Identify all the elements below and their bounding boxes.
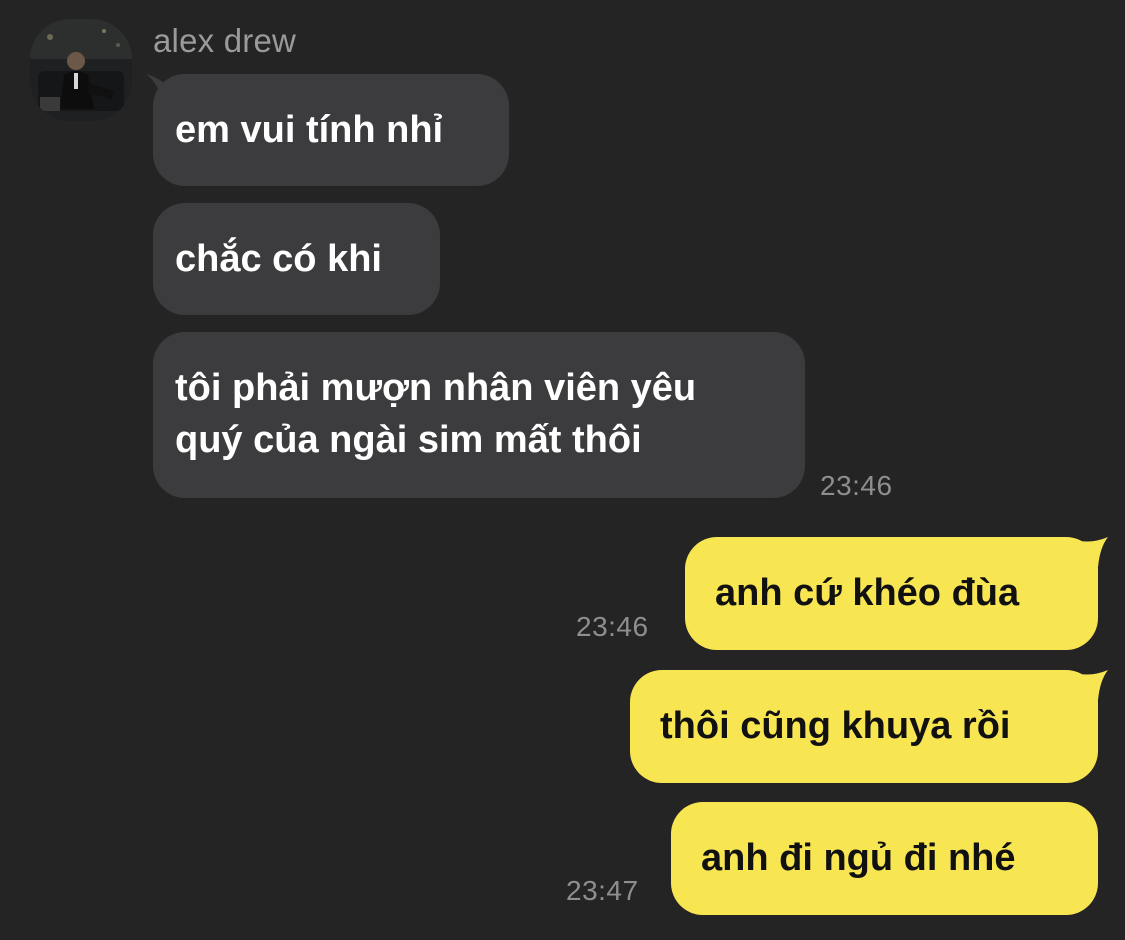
incoming-message[interactable]: chắc có khi <box>153 203 440 315</box>
message-text: em vui tính nhỉ <box>175 109 444 151</box>
message-timestamp: 23:46 <box>820 470 893 501</box>
outgoing-message[interactable]: anh đi ngủ đi nhé <box>671 802 1098 915</box>
outgoing-message[interactable]: thôi cũng khuya rồi <box>630 670 1098 783</box>
incoming-message[interactable]: tôi phải mượn nhân viên yêu quý của ngài… <box>153 332 805 498</box>
outgoing-message[interactable]: anh cứ khéo đùa <box>685 537 1098 650</box>
message-text: thôi cũng khuya rồi <box>660 705 1011 747</box>
sender-name: alex drew <box>153 22 297 59</box>
message-text: anh cứ khéo đùa <box>715 572 1020 614</box>
avatar-photo-icon <box>30 19 132 121</box>
chat-screen: alex drew em vui tính nhỉ chắc có khi tô… <box>0 0 1125 940</box>
sender-avatar[interactable] <box>30 19 132 121</box>
message-text-line: quý của ngài sim mất thôi <box>175 419 642 461</box>
incoming-message[interactable]: em vui tính nhỉ <box>153 74 509 186</box>
message-text-line: tôi phải mượn nhân viên yêu <box>175 367 697 409</box>
message-text: anh đi ngủ đi nhé <box>701 837 1016 879</box>
message-timestamp: 23:47 <box>566 875 639 906</box>
message-timestamp: 23:46 <box>576 611 649 642</box>
message-text: chắc có khi <box>175 238 382 280</box>
